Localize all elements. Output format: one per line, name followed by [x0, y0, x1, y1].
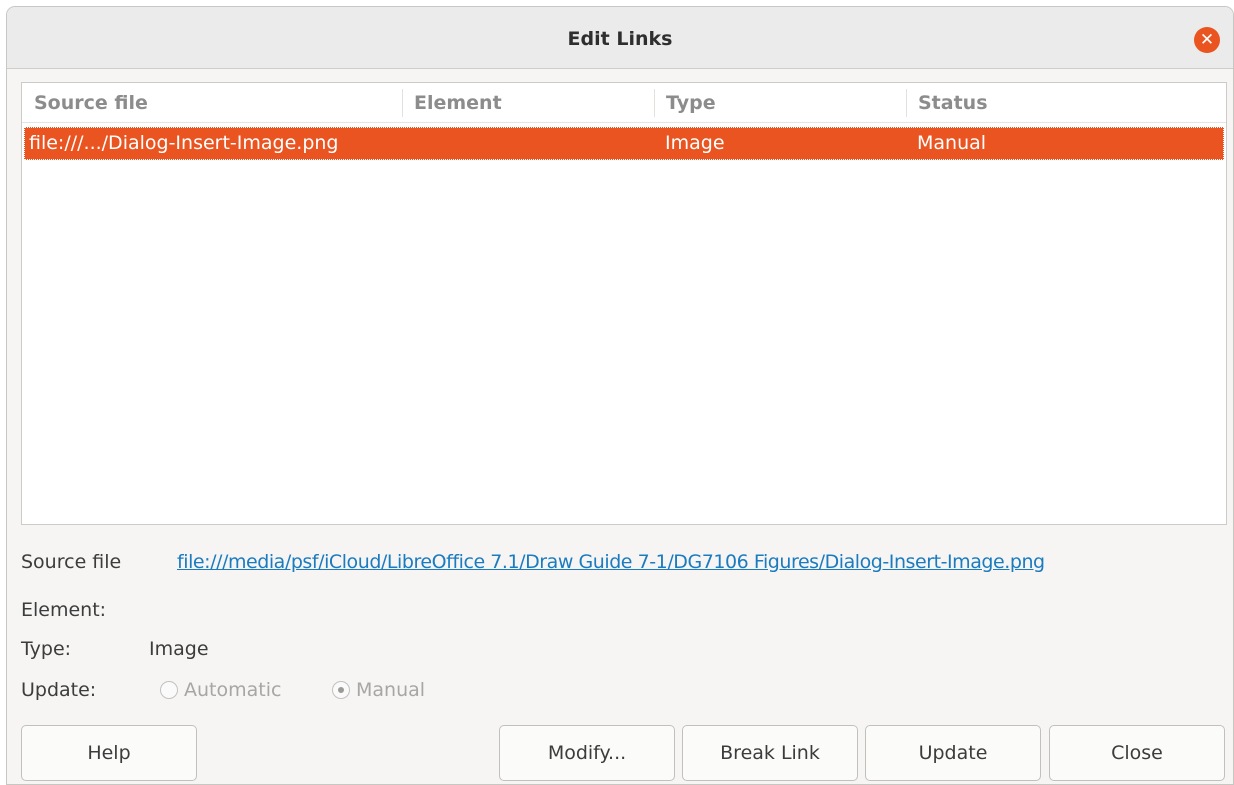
column-divider[interactable] [906, 89, 907, 117]
radio-manual-circle[interactable] [332, 681, 350, 699]
update-button[interactable]: Update [865, 725, 1041, 781]
edit-links-dialog: Edit Links ✕ Source file Element Type St… [6, 6, 1234, 785]
column-divider[interactable] [402, 89, 403, 117]
type-label: Type: [21, 638, 72, 660]
modify-button[interactable]: Modify... [499, 725, 675, 781]
radio-manual-label: Manual [356, 679, 426, 701]
close-button[interactable]: Close [1049, 725, 1225, 781]
title-bar: Edit Links ✕ [7, 7, 1233, 69]
column-divider[interactable] [654, 89, 655, 117]
table-header: Source file Element Type Status [22, 83, 1226, 123]
radio-automatic-circle[interactable] [160, 681, 178, 699]
help-button[interactable]: Help [21, 725, 197, 781]
radio-manual[interactable]: Manual [332, 679, 425, 701]
close-icon[interactable]: ✕ [1194, 27, 1220, 53]
column-header-element[interactable]: Element [414, 92, 502, 114]
type-value: Image [149, 638, 209, 660]
dialog-title: Edit Links [567, 28, 673, 50]
radio-selected-dot [338, 687, 344, 693]
update-label: Update: [21, 679, 97, 701]
radio-automatic-label: Automatic [184, 679, 282, 701]
break-link-button[interactable]: Break Link [682, 725, 858, 781]
links-table[interactable]: Source file Element Type Status file:///… [21, 82, 1227, 525]
column-header-type[interactable]: Type [666, 92, 716, 114]
column-header-source-file[interactable]: Source file [34, 92, 148, 114]
cell-type: Image [665, 132, 725, 154]
table-row[interactable]: file:///.../Dialog-Insert-Image.png Imag… [24, 127, 1224, 160]
source-file-label: Source file [21, 551, 122, 573]
radio-automatic[interactable]: Automatic [160, 679, 281, 701]
column-header-status[interactable]: Status [918, 92, 988, 114]
element-label: Element: [21, 599, 107, 621]
cell-status: Manual [917, 132, 987, 154]
cell-source-file: file:///.../Dialog-Insert-Image.png [29, 132, 339, 154]
source-file-link[interactable]: file:///media/psf/iCloud/LibreOffice 7.1… [177, 551, 1045, 573]
